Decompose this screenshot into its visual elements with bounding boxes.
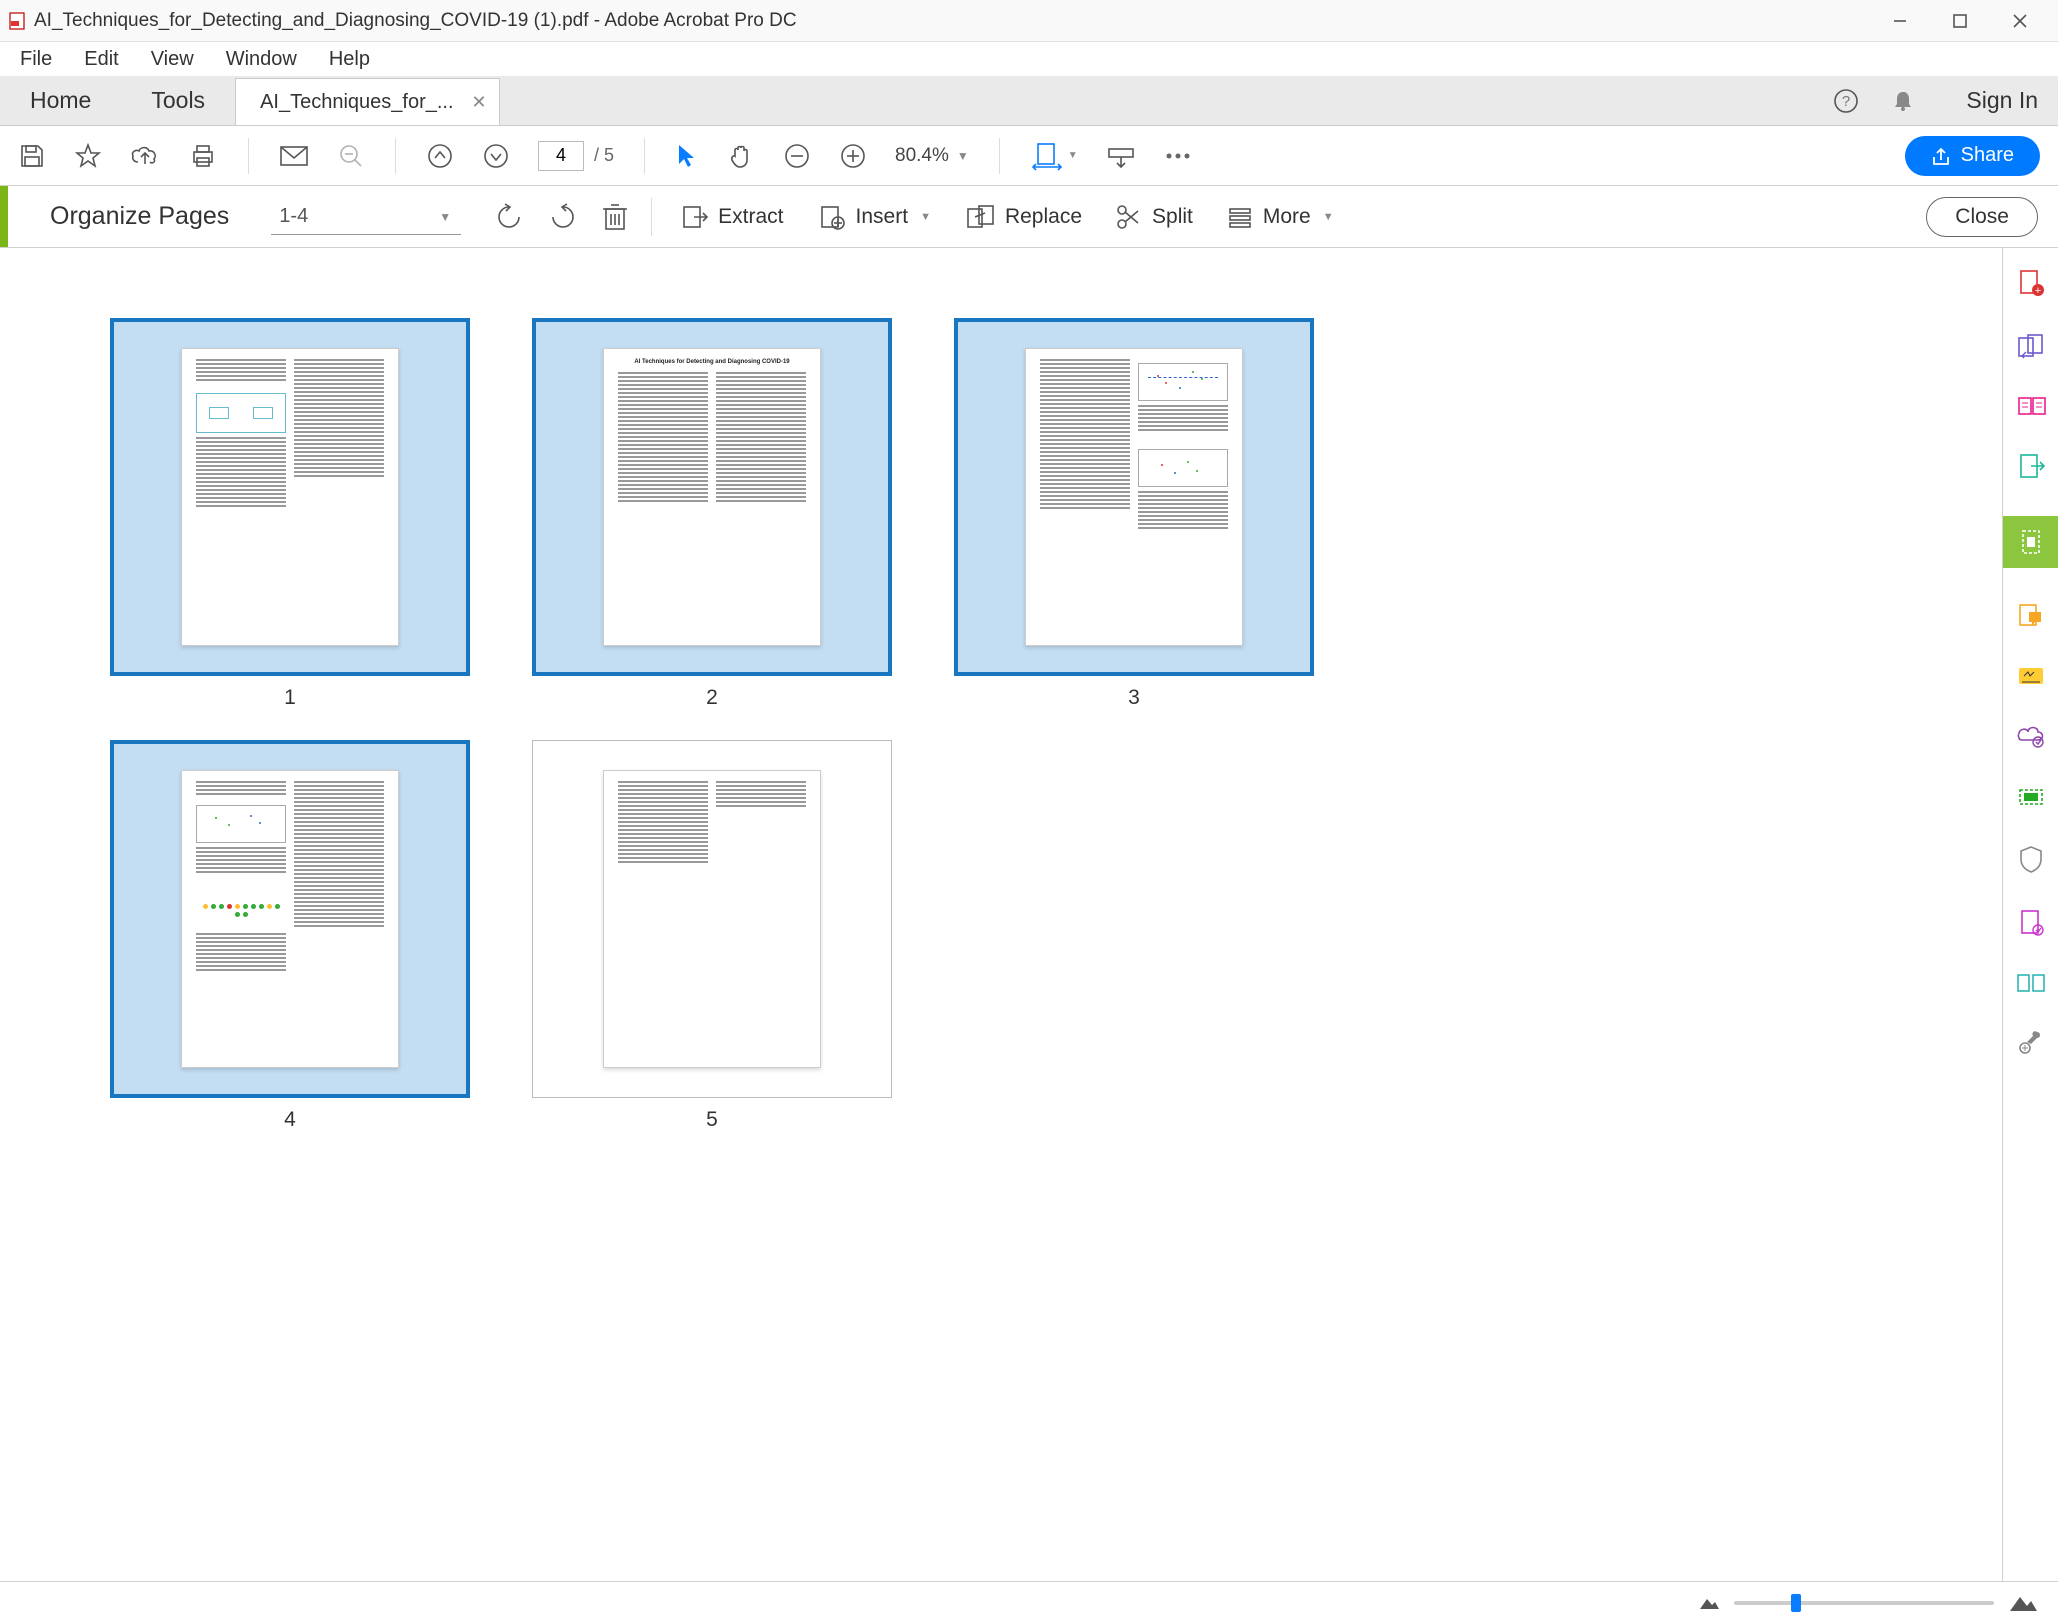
print-icon[interactable] xyxy=(188,142,218,170)
menu-file[interactable]: File xyxy=(6,44,66,75)
close-tab-icon[interactable]: ✕ xyxy=(472,92,487,113)
right-tools-panel: + xyxy=(2002,248,2058,1581)
more-button[interactable]: More ▼ xyxy=(1221,205,1340,229)
organize-pages-toolbar: Organize Pages ▼ Extract Insert ▼ Replac… xyxy=(0,186,2058,248)
thumbnail-zoom-slider[interactable] xyxy=(1734,1601,1994,1605)
replace-button[interactable]: Replace xyxy=(959,203,1088,231)
window-titlebar: AI_Techniques_for_Detecting_and_Diagnosi… xyxy=(0,0,2058,42)
chevron-down-icon: ▼ xyxy=(920,211,931,223)
organize-pages-icon[interactable] xyxy=(2003,516,2058,568)
tab-tools[interactable]: Tools xyxy=(121,76,235,125)
page-number-label: 1 xyxy=(284,686,296,710)
save-icon[interactable] xyxy=(18,142,46,170)
extract-button[interactable]: Extract xyxy=(674,203,789,231)
zoom-in-thumb-icon[interactable] xyxy=(2008,1593,2038,1613)
organize-accent xyxy=(0,186,8,247)
menu-window[interactable]: Window xyxy=(212,44,311,75)
page-range-input[interactable] xyxy=(271,199,461,235)
replace-label: Replace xyxy=(1005,205,1082,229)
slider-handle[interactable] xyxy=(1791,1594,1801,1612)
organize-pages-title: Organize Pages xyxy=(50,202,229,231)
fill-sign-icon[interactable] xyxy=(2016,664,2046,690)
zoom-in-icon[interactable] xyxy=(839,142,867,170)
protect-icon[interactable] xyxy=(2018,844,2044,874)
page-number-label: 2 xyxy=(706,686,718,710)
menu-help[interactable]: Help xyxy=(315,44,384,75)
zoom-level-dropdown[interactable]: 80.4% ▼ xyxy=(895,145,969,167)
chevron-down-icon[interactable]: ▼ xyxy=(439,210,451,224)
close-label: Close xyxy=(1955,205,2009,229)
svg-text:?: ? xyxy=(1842,93,1850,110)
maximize-button[interactable] xyxy=(1950,11,1970,31)
page-number-input[interactable] xyxy=(538,141,584,171)
menu-view[interactable]: View xyxy=(137,44,208,75)
zoom-out-thumb-icon[interactable] xyxy=(1698,1595,1720,1611)
minimize-button[interactable] xyxy=(1890,11,1910,31)
split-label: Split xyxy=(1152,205,1193,229)
hand-tool-icon[interactable] xyxy=(727,142,755,170)
page-thumbnail-3[interactable]: 3 xyxy=(954,318,1314,710)
rotate-right-icon[interactable] xyxy=(547,201,579,233)
document-tabs-row: Home Tools AI_Techniques_for_... ✕ ? Sig… xyxy=(0,76,2058,126)
main-toolbar: / 5 80.4% ▼ ▼ Share xyxy=(0,126,2058,186)
page-number-label: 4 xyxy=(284,1108,296,1132)
more-label: More xyxy=(1263,205,1311,229)
chevron-down-icon: ▼ xyxy=(957,149,969,163)
page-thumbnail-4[interactable]: 4 xyxy=(110,740,470,1132)
tab-home[interactable]: Home xyxy=(0,76,121,125)
delete-icon[interactable] xyxy=(601,201,629,233)
page-total-label: / 5 xyxy=(594,145,614,166)
more-tools-icon[interactable] xyxy=(2017,1028,2045,1056)
share-button[interactable]: Share xyxy=(1905,136,2040,176)
insert-label: Insert xyxy=(856,205,909,229)
page-number-label: 3 xyxy=(1128,686,1140,710)
rotate-left-icon[interactable] xyxy=(493,201,525,233)
share-button-label: Share xyxy=(1961,144,2014,167)
insert-button[interactable]: Insert ▼ xyxy=(812,203,937,231)
page-thumbnails-area[interactable]: 1 AI Techniques for Detecting and Diagno… xyxy=(0,248,2002,1581)
split-button[interactable]: Split xyxy=(1110,203,1199,231)
page-thumbnail-1[interactable]: 1 xyxy=(110,318,470,710)
menu-bar: File Edit View Window Help xyxy=(0,42,2058,76)
comment-icon[interactable] xyxy=(2017,602,2045,630)
tab-document[interactable]: AI_Techniques_for_... ✕ xyxy=(235,78,500,125)
export-pdf-icon[interactable] xyxy=(2017,452,2045,482)
menu-edit[interactable]: Edit xyxy=(70,44,132,75)
combine-files-icon[interactable] xyxy=(2016,332,2046,360)
page-thumbnail-2[interactable]: AI Techniques for Detecting and Diagnosi… xyxy=(532,318,892,710)
chevron-down-icon: ▼ xyxy=(1323,211,1334,223)
zoom-level-value: 80.4% xyxy=(895,145,949,167)
zoom-out-icon[interactable] xyxy=(783,142,811,170)
extract-label: Extract xyxy=(718,205,783,229)
window-title: AI_Techniques_for_Detecting_and_Diagnosi… xyxy=(34,10,1890,32)
scan-ocr-icon[interactable] xyxy=(2016,784,2046,810)
send-for-review-icon[interactable] xyxy=(2016,724,2046,750)
selection-tool-icon[interactable] xyxy=(675,142,699,170)
pdf-file-icon xyxy=(8,12,26,30)
fit-width-icon[interactable]: ▼ xyxy=(1030,141,1078,171)
tab-document-label: AI_Techniques_for_... xyxy=(260,91,453,114)
notifications-icon[interactable] xyxy=(1890,88,1916,114)
compare-icon[interactable] xyxy=(2016,972,2046,994)
sign-in-button[interactable]: Sign In xyxy=(1946,76,2058,125)
page-up-icon[interactable] xyxy=(426,142,454,170)
svg-text:+: + xyxy=(2034,285,2040,297)
page-number-label: 5 xyxy=(706,1108,718,1132)
create-pdf-icon[interactable]: + xyxy=(2017,268,2045,298)
edit-pdf-icon[interactable] xyxy=(2016,394,2046,418)
close-organize-button[interactable]: Close xyxy=(1926,197,2038,237)
more-tools-icon[interactable] xyxy=(1164,151,1192,161)
page-thumbnail-5[interactable]: 5 xyxy=(532,740,892,1132)
email-icon[interactable] xyxy=(279,144,309,168)
help-icon[interactable]: ? xyxy=(1832,87,1860,115)
star-icon[interactable] xyxy=(74,142,102,170)
fill-form-icon[interactable] xyxy=(2018,908,2044,938)
status-bar xyxy=(0,1581,2058,1623)
main-area: 1 AI Techniques for Detecting and Diagno… xyxy=(0,248,2058,1581)
scroll-mode-icon[interactable] xyxy=(1106,142,1136,170)
cloud-upload-icon[interactable] xyxy=(130,142,160,170)
search-icon[interactable] xyxy=(337,142,365,170)
page-down-icon[interactable] xyxy=(482,142,510,170)
close-window-button[interactable] xyxy=(2010,11,2030,31)
